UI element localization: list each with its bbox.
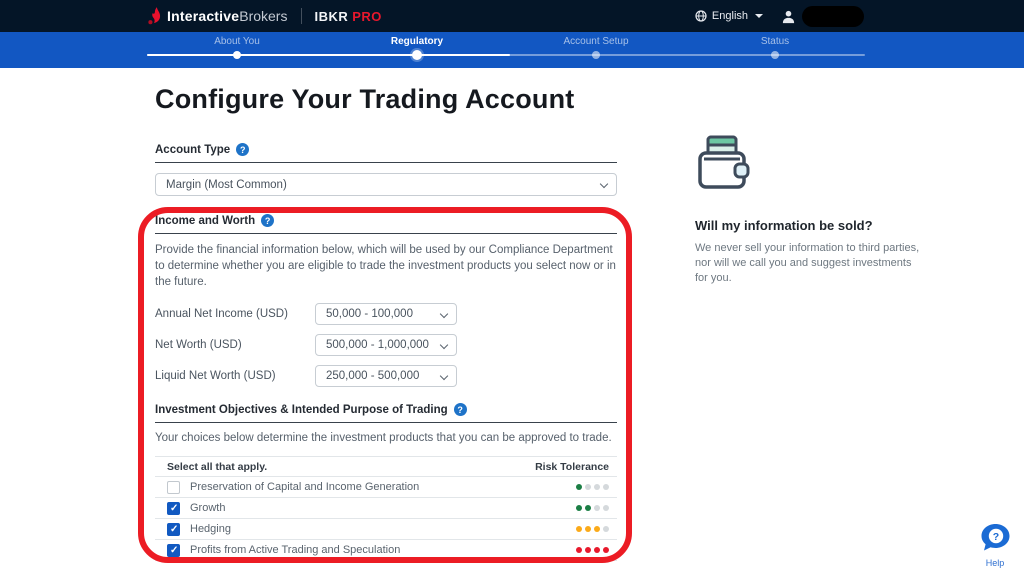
- brand-bold: Interactive: [167, 8, 239, 24]
- help-label: Help: [975, 558, 1015, 568]
- product-name: IBKR: [314, 9, 348, 24]
- objectives-table-header: Select all that apply. Risk Tolerance: [155, 457, 617, 477]
- user-icon: [781, 9, 796, 24]
- checkbox[interactable]: [167, 544, 180, 557]
- info-aside: Will my information be sold? We never se…: [695, 133, 930, 286]
- chevron-down-icon: [440, 341, 448, 349]
- objective-row-speculation[interactable]: Profits from Active Trading and Speculat…: [155, 540, 617, 561]
- liquid-net-worth-select[interactable]: 250,000 - 500,000: [315, 365, 457, 387]
- objective-label: Preservation of Capital and Income Gener…: [190, 481, 576, 493]
- field-label: Net Worth (USD): [155, 339, 315, 351]
- product-tier: PRO: [352, 9, 382, 24]
- objectives-description: Your choices below determine the investm…: [155, 430, 617, 446]
- step-dot: [412, 50, 422, 60]
- checkbox[interactable]: [167, 481, 180, 494]
- step-regulatory[interactable]: Regulatory: [347, 32, 487, 47]
- help-chat-icon: ?: [980, 523, 1011, 552]
- field-value: 500,000 - 1,000,000: [326, 339, 429, 351]
- income-section: Income and Worth ? Provide the financial…: [155, 214, 617, 387]
- progress-bar: About You Regulatory Account Setup Statu…: [0, 32, 1024, 68]
- help-tooltip-icon[interactable]: ?: [236, 143, 249, 156]
- checkbox[interactable]: [167, 523, 180, 536]
- objective-row-growth[interactable]: Growth: [155, 498, 617, 519]
- chevron-down-icon: [440, 310, 448, 318]
- objectives-section: Investment Objectives & Intended Purpose…: [155, 403, 617, 561]
- wallet-icon: [695, 133, 751, 191]
- risk-dots: [576, 547, 609, 553]
- step-label: Account Setup: [526, 36, 666, 47]
- liquid-net-worth-row: Liquid Net Worth (USD) 250,000 - 500,000: [155, 365, 617, 387]
- page: InteractiveBrokers IBKR PRO English: [0, 0, 1024, 576]
- aside-body: We never sell your information to third …: [695, 241, 920, 286]
- annual-net-income-row: Annual Net Income (USD) 50,000 - 100,000: [155, 303, 617, 325]
- brand-logo[interactable]: InteractiveBrokers: [148, 7, 287, 25]
- income-description: Provide the financial information below,…: [155, 242, 617, 290]
- objective-label: Hedging: [190, 523, 576, 535]
- net-worth-select[interactable]: 500,000 - 1,000,000: [315, 334, 457, 356]
- user-menu[interactable]: [781, 6, 864, 27]
- net-worth-row: Net Worth (USD) 500,000 - 1,000,000: [155, 334, 617, 356]
- step-about-you[interactable]: About You: [167, 32, 307, 47]
- risk-dots: [576, 484, 609, 490]
- checkbox[interactable]: [167, 502, 180, 515]
- column-risk-tolerance: Risk Tolerance: [535, 461, 609, 473]
- help-button[interactable]: ? Help: [975, 523, 1015, 568]
- step-label: Regulatory: [347, 36, 487, 47]
- globe-icon: [695, 10, 707, 22]
- svg-text:?: ?: [992, 531, 998, 543]
- account-type-select[interactable]: Margin (Most Common): [155, 173, 617, 196]
- objective-label: Growth: [190, 502, 576, 514]
- objectives-label: Investment Objectives & Intended Purpose…: [155, 404, 448, 416]
- step-label: Status: [705, 36, 845, 47]
- step-dot: [592, 51, 600, 59]
- user-name-redacted[interactable]: [802, 6, 864, 27]
- objective-row-hedging[interactable]: Hedging: [155, 519, 617, 540]
- account-type-value: Margin (Most Common): [166, 179, 287, 191]
- account-type-label: Account Type: [155, 144, 230, 156]
- brand-light: Brokers: [239, 8, 287, 24]
- objectives-table: Select all that apply. Risk Tolerance Pr…: [155, 456, 617, 561]
- field-value: 250,000 - 500,000: [326, 370, 419, 382]
- progress-track-completed: [147, 54, 510, 56]
- help-tooltip-icon[interactable]: ?: [261, 214, 274, 227]
- account-type-section: Account Type ? Margin (Most Common): [155, 143, 617, 196]
- risk-dots: [576, 526, 609, 532]
- aside-heading: Will my information be sold?: [695, 218, 930, 233]
- language-dropdown[interactable]: English: [695, 10, 763, 22]
- field-label: Liquid Net Worth (USD): [155, 370, 315, 382]
- step-dot: [771, 51, 779, 59]
- objective-row-preservation[interactable]: Preservation of Capital and Income Gener…: [155, 477, 617, 498]
- income-label: Income and Worth: [155, 215, 255, 227]
- objective-label: Profits from Active Trading and Speculat…: [190, 544, 576, 556]
- annual-net-income-select[interactable]: 50,000 - 100,000: [315, 303, 457, 325]
- step-account-setup[interactable]: Account Setup: [526, 32, 666, 47]
- field-label: Annual Net Income (USD): [155, 308, 315, 320]
- flame-icon: [148, 7, 161, 25]
- top-header: InteractiveBrokers IBKR PRO English: [0, 0, 1024, 32]
- step-dot: [233, 51, 241, 59]
- step-status[interactable]: Status: [705, 32, 845, 47]
- language-label: English: [712, 10, 748, 22]
- chevron-down-icon: [600, 180, 608, 188]
- page-title: Configure Your Trading Account: [155, 84, 575, 115]
- help-tooltip-icon[interactable]: ?: [454, 403, 467, 416]
- field-value: 50,000 - 100,000: [326, 308, 413, 320]
- step-label: About You: [167, 36, 307, 47]
- divider: [301, 8, 302, 24]
- column-select-all: Select all that apply.: [167, 461, 267, 473]
- chevron-down-icon: [755, 14, 763, 18]
- chevron-down-icon: [440, 372, 448, 380]
- risk-dots: [576, 505, 609, 511]
